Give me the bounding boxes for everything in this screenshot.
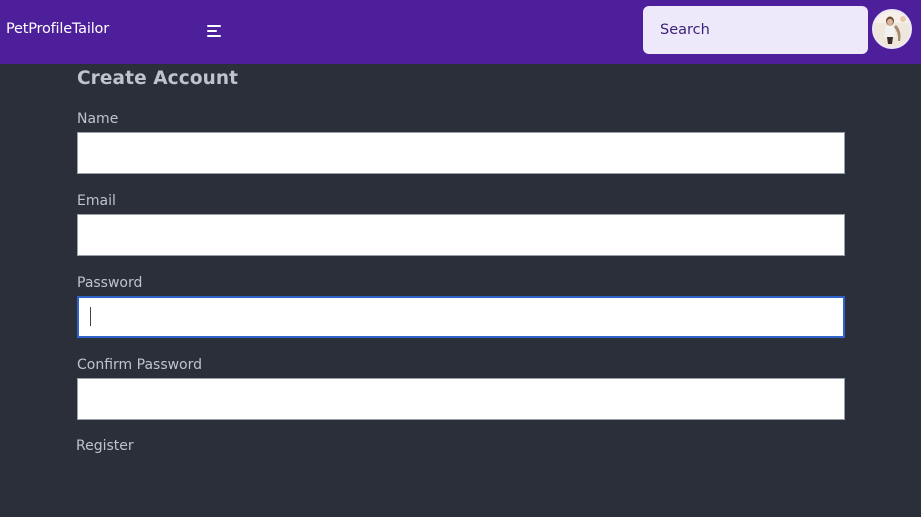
name-field[interactable] <box>77 132 845 174</box>
password-label: Password <box>77 275 143 291</box>
name-label: Name <box>77 111 119 127</box>
brand-logo-text[interactable]: PetProfileTailor <box>6 21 109 37</box>
password-field[interactable] <box>77 296 845 338</box>
menu-icon[interactable] <box>205 22 225 40</box>
confirm-password-label: Confirm Password <box>77 357 203 373</box>
email-label: Email <box>77 193 116 209</box>
top-navbar: PetProfileTailor <box>0 0 921 64</box>
search-input[interactable] <box>643 6 868 54</box>
confirm-password-field[interactable] <box>77 378 845 420</box>
avatar-photo <box>874 11 910 47</box>
register-button[interactable]: Register <box>76 438 134 454</box>
text-caret <box>90 307 91 326</box>
page-title: Create Account <box>77 68 239 89</box>
user-avatar[interactable] <box>872 9 912 49</box>
email-field[interactable] <box>77 214 845 256</box>
